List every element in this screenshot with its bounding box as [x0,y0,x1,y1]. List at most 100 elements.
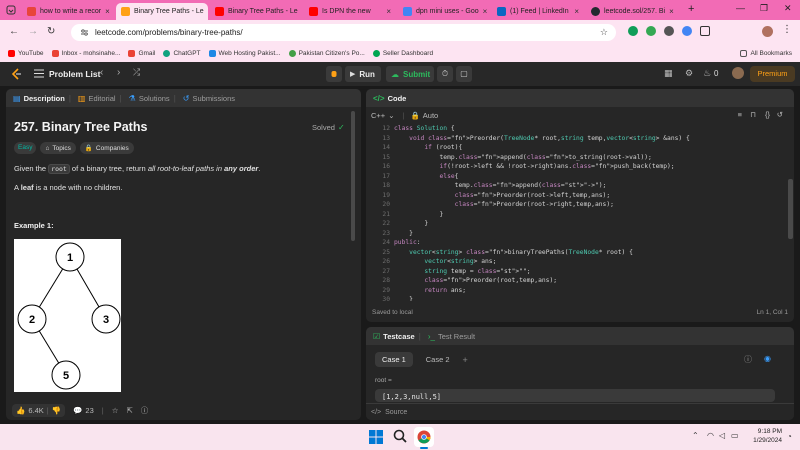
tab-solutions[interactable]: ⚗ Solutions [129,94,170,103]
braces-icon[interactable]: {} [765,110,770,119]
windows-start-icon[interactable] [369,430,383,444]
close-window-button[interactable]: ✕ [784,3,792,14]
avatar[interactable] [732,67,744,79]
date-label: 1/29/2024 [753,437,782,444]
volume-icon[interactable]: ◁ [719,431,725,440]
run-button[interactable]: ▶ Run [345,66,381,82]
description-scrollbar[interactable] [351,111,355,241]
companies-button[interactable]: 🔒 Companies [79,142,134,154]
reload-icon[interactable]: ↻ [47,26,55,37]
extension-icon[interactable] [628,26,638,36]
close-tab-icon[interactable]: × [574,7,579,16]
clock[interactable]: 9:18 PM 1/29/2024 [746,427,782,445]
search-icon[interactable] [393,429,407,443]
testcase-input[interactable]: [1,2,3,null,5] [375,389,775,402]
browser-tab[interactable]: (1) Feed | LinkedIn × [492,3,584,20]
leetcode-logo-icon[interactable] [11,68,22,80]
all-bookmarks[interactable]: All Bookmarks [740,49,792,57]
minimize-button[interactable]: — [736,3,745,13]
forward-icon[interactable]: → [28,26,38,37]
close-tab-icon[interactable]: × [669,7,674,16]
close-tab-icon[interactable]: × [483,7,488,16]
reset-icon[interactable]: ↺ [777,110,783,119]
like-button[interactable]: 👍 6.4K | 👎 [12,403,66,417]
sidepanel-icon[interactable] [700,26,710,36]
help-icon[interactable]: ⓘ [744,354,752,365]
topics-button[interactable]: ⌂ Topics [40,142,76,154]
tab-code[interactable]: </> Code [373,94,406,103]
bookmark-web-hosting[interactable]: Web Hosting Pakist... [208,49,281,57]
tab-editorial[interactable]: ▥ Editorial [78,94,116,103]
tree-node-label: 1 [67,252,73,264]
battery-icon[interactable]: ▭ [731,431,739,440]
browser-tab[interactable]: Binary Tree Paths - Le × [210,3,302,20]
add-case-button[interactable]: + [463,355,468,365]
new-tab-button[interactable]: + [688,3,694,15]
thumbs-down-icon[interactable]: 👎 [52,406,61,415]
maximize-button[interactable]: ❐ [760,3,768,14]
settings-gear-icon[interactable]: ⚙ [685,68,693,79]
layout-icon[interactable]: ▦ [664,68,673,79]
chrome-taskbar-button[interactable] [414,427,434,447]
problem-list-link[interactable]: Problem List [49,69,100,79]
bookmark-pakistan-citizen[interactable]: Pakistan Citizen's Po... [288,49,365,57]
tab-search-icon[interactable] [6,5,16,15]
autocomplete-mode[interactable]: 🔒 Auto [410,111,438,120]
browser-tab[interactable]: Is DPN the new × [304,3,396,20]
star-icon[interactable]: ☆ [112,406,119,415]
tree-node-label: 3 [103,314,109,326]
browser-tab[interactable]: dpn mini uses - Goo × [398,3,490,20]
address-bar[interactable]: leetcode.com/problems/binary-tree-paths/… [71,24,616,41]
menu-icon[interactable]: ⋮ [782,24,792,35]
bookmark-star-icon[interactable]: ☆ [600,27,608,38]
prev-problem-icon[interactable]: ‹ [100,67,103,78]
browser-tab[interactable]: how to write a recor × [22,3,114,20]
source-link[interactable]: Source [385,409,407,416]
browser-tab[interactable]: leetcode.sol/257. Bi × [586,3,678,20]
tab-submissions[interactable]: ↺ Submissions [183,94,235,103]
share-icon[interactable]: ⇱ [126,406,132,415]
tab-test-result[interactable]: ›_ Test Result [428,332,475,341]
wifi-icon[interactable]: ◠ [707,431,714,440]
help-icon[interactable]: ⓘ [141,405,149,416]
tab-description[interactable]: ▤ Description [13,94,65,103]
case-2-tab[interactable]: Case 2 [419,352,457,367]
eye-icon[interactable]: ◉ [764,354,771,363]
tab-testcase[interactable]: ☑ Testcase [373,332,415,341]
debug-button[interactable] [326,66,342,82]
comments-button[interactable]: 💬 23 [73,406,94,415]
browser-tab-active[interactable]: Binary Tree Paths - Le × [116,3,208,20]
bookmark-youtube[interactable]: YouTube [8,49,44,57]
extension-icon[interactable] [664,26,674,36]
notes-icon[interactable]: ▢ [456,66,472,82]
bookmark-chatgpt[interactable]: ChatGPT [163,49,201,57]
site-info-icon[interactable] [80,28,89,37]
language-select[interactable]: C++ ⌄ [371,111,394,120]
code-line: 27 string temp = class="st">""; [382,267,531,275]
difficulty-badge[interactable]: Easy [14,142,37,154]
code-line: 29 return ans; [382,286,467,294]
extension-icon[interactable] [682,26,692,36]
bookmark-icon[interactable]: ⊓ [750,110,756,119]
close-tab-icon[interactable]: × [386,7,391,16]
extension-icon[interactable] [646,26,656,36]
timer-icon[interactable]: ⏱ [437,66,453,82]
format-icon[interactable]: ≡ [738,110,742,119]
code-scrollbar[interactable] [788,179,793,239]
case-1-tab[interactable]: Case 1 [375,352,413,367]
premium-button[interactable]: Premium [750,66,795,82]
close-tab-icon[interactable]: × [105,7,110,16]
code-editor[interactable]: 12 class Solution { 13 void class="fn">Pr… [366,125,786,301]
code-toolbar: C++ ⌄ | 🔒 Auto ≡ ⊓ {} ↺ [371,110,783,120]
profile-avatar[interactable] [762,26,773,37]
bookmark-seller-dashboard[interactable]: Seller Dashboard [372,49,433,57]
next-problem-icon[interactable]: › [117,67,120,78]
back-icon[interactable]: ← [9,26,19,37]
bookmark-gmail[interactable]: Gmail [128,49,155,57]
shuffle-icon[interactable]: ⤮ [133,67,140,78]
submit-button[interactable]: ☁ Submit [386,66,434,82]
extensions-area: ⋮ [620,24,800,38]
chevron-up-icon[interactable]: ⌃ [692,431,699,440]
bookmark-inbox[interactable]: Inbox - mohsinahe... [51,49,120,57]
notification-icon[interactable]: ◔ [787,432,792,441]
